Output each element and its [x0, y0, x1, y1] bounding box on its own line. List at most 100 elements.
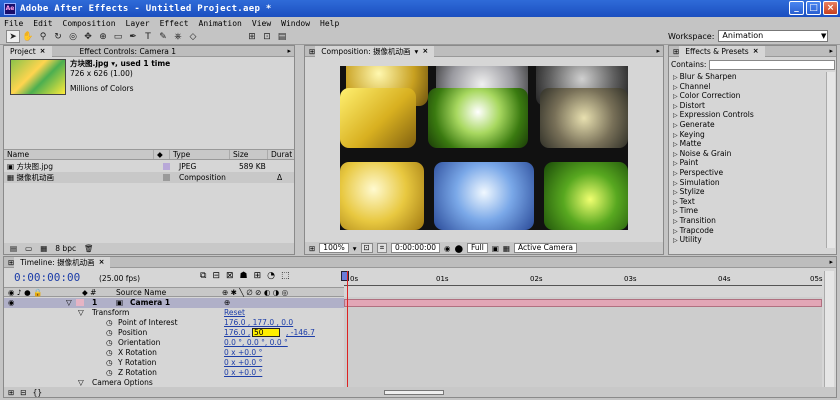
column-name[interactable]: Name: [4, 150, 154, 159]
frame-blending-icon[interactable]: ⊞: [254, 271, 262, 281]
project-item-row[interactable]: ▣ 方块图.jpg JPEG 589 KB: [4, 161, 294, 172]
menu-edit[interactable]: Edit: [33, 19, 52, 28]
position-y-input[interactable]: 50: [252, 328, 280, 338]
orbit-camera-icon[interactable]: ◎: [66, 30, 80, 43]
workspace-dropdown[interactable]: Animation ▼: [718, 30, 829, 42]
comp-mini-flowchart-icon[interactable]: ⧉: [200, 271, 206, 281]
menu-help[interactable]: Help: [320, 19, 339, 28]
expand-triangle-icon[interactable]: ▽: [66, 298, 72, 308]
zoom-dropdown[interactable]: 100%: [319, 243, 349, 253]
property-row[interactable]: ◷ Y Rotation 0 x +0.0 °: [4, 358, 344, 368]
property-value[interactable]: 0.0 °, 0.0 °, 0.0 °: [224, 338, 288, 348]
menu-effect[interactable]: Effect: [160, 19, 189, 28]
column-size[interactable]: Size: [230, 150, 268, 159]
effect-category[interactable]: ▷ Matte: [671, 139, 826, 149]
selection-tool-icon[interactable]: ➤: [6, 30, 20, 43]
transparency-grid-icon[interactable]: ▦: [503, 244, 510, 253]
stopwatch-icon[interactable]: ◷: [106, 338, 113, 348]
column-duration[interactable]: Durat: [268, 150, 292, 159]
time-ruler[interactable]: 0s 01s 02s 03s 04s 05s: [344, 271, 823, 297]
property-row[interactable]: ◷ Position 176.0 , 50 , -146.7: [4, 328, 344, 338]
property-value[interactable]: 0 x +0.0 °: [224, 358, 262, 368]
zoom-tool-icon[interactable]: ⚲: [36, 30, 50, 43]
grip-icon[interactable]: ⊞: [4, 258, 14, 267]
effect-category[interactable]: ▷ Channel: [671, 82, 826, 92]
effects-search-input[interactable]: [709, 59, 835, 70]
view-axis-icon[interactable]: ▤: [275, 30, 289, 43]
interpret-footage-icon[interactable]: ▤: [10, 244, 17, 253]
motion-blur-icon[interactable]: ◔: [267, 271, 275, 281]
stopwatch-icon[interactable]: ◷: [106, 348, 113, 358]
effect-category[interactable]: ▷ Transition: [671, 216, 826, 226]
new-folder-icon[interactable]: ▭: [25, 244, 32, 253]
rotate-tool-icon[interactable]: ↻: [51, 30, 65, 43]
timeline-zoom-slider[interactable]: [384, 390, 444, 395]
clone-stamp-icon[interactable]: ⎈: [171, 30, 185, 43]
toggle-switches-icon[interactable]: ⊞: [8, 388, 14, 397]
tab-effect-controls[interactable]: Effect Controls: Camera 1: [74, 46, 183, 57]
av-switches-icon[interactable]: ◉ ♪ ● 🔒: [8, 288, 42, 297]
label-icon[interactable]: ◆ #: [82, 288, 96, 297]
property-row[interactable]: ◷ Orientation 0.0 °, 0.0 °, 0.0 °: [4, 338, 344, 348]
mask-visibility-icon[interactable]: ⌗: [376, 243, 388, 253]
project-item-row[interactable]: ▦ 摄像机动画 Composition Δ: [4, 172, 294, 183]
property-row[interactable]: ◷ Z Rotation 0 x +0.0 °: [4, 368, 344, 378]
visibility-icon[interactable]: ◉: [8, 298, 15, 308]
eraser-tool-icon[interactable]: ◇: [186, 30, 200, 43]
transform-group-row[interactable]: ▽ Transform Reset: [4, 308, 344, 318]
pan-behind-icon[interactable]: ⊕: [96, 30, 110, 43]
new-composition-icon[interactable]: ▦: [40, 244, 47, 253]
trash-icon[interactable]: 🗑: [84, 244, 94, 253]
current-time-field[interactable]: 0:00:00:00: [391, 243, 441, 253]
tab-composition[interactable]: Composition: 摄像机动画 ▾ ×: [315, 45, 435, 57]
camera-dropdown[interactable]: Active Camera: [514, 243, 578, 253]
draft-3d-icon[interactable]: ⊠: [226, 271, 234, 281]
lock-icon[interactable]: ⊞: [305, 47, 315, 56]
effect-category[interactable]: ▷ Keying: [671, 130, 826, 140]
brush-tool-icon[interactable]: ✎: [156, 30, 170, 43]
chevron-down-icon[interactable]: ▾: [353, 244, 357, 253]
effect-category[interactable]: ▷ Expression Controls: [671, 110, 826, 120]
column-type[interactable]: Type: [170, 150, 230, 159]
menu-composition[interactable]: Composition: [63, 19, 116, 28]
effect-category[interactable]: ▷ Trapcode: [671, 226, 826, 236]
tab-effects-presets[interactable]: Effects & Presets ×: [679, 45, 765, 57]
layer-switch-icon[interactable]: ⊕: [224, 298, 230, 308]
effect-category[interactable]: ▷ Simulation: [671, 178, 826, 188]
toggle-in-out-icon[interactable]: {}: [33, 388, 43, 397]
chevron-down-icon[interactable]: ▾: [415, 46, 419, 57]
effect-category[interactable]: ▷ Text: [671, 197, 826, 207]
effect-category[interactable]: ▷ Blur & Sharpen: [671, 72, 826, 82]
effect-category[interactable]: ▷ Generate: [671, 120, 826, 130]
graph-editor-icon[interactable]: ⬚: [281, 271, 290, 281]
world-axis-icon[interactable]: ⊡: [260, 30, 274, 43]
close-tab-icon[interactable]: ×: [753, 46, 759, 57]
effect-category[interactable]: ▷ Stylize: [671, 187, 826, 197]
property-row[interactable]: ◷ X Rotation 0 x +0.0 °: [4, 348, 344, 358]
panel-menu-icon[interactable]: ▸: [829, 258, 833, 266]
stopwatch-icon[interactable]: ◷: [106, 368, 113, 378]
close-icon[interactable]: ×: [823, 1, 838, 15]
position-y-edit[interactable]: 50: [252, 328, 280, 337]
column-label-icon[interactable]: ◆: [154, 150, 170, 159]
hide-shy-icon[interactable]: ☗: [240, 271, 248, 281]
label-color-swatch[interactable]: [76, 299, 84, 306]
panel-menu-icon[interactable]: ▸: [829, 47, 833, 55]
type-tool-icon[interactable]: T: [141, 30, 155, 43]
track-area[interactable]: [341, 271, 822, 387]
title-safe-icon[interactable]: ⊡: [360, 243, 373, 253]
close-tab-icon[interactable]: ×: [422, 46, 428, 57]
axis-mode-icon[interactable]: ⊞: [245, 30, 259, 43]
effect-category[interactable]: ▷ Perspective: [671, 168, 826, 178]
close-tab-icon[interactable]: ×: [99, 257, 105, 268]
reset-link[interactable]: Reset: [224, 308, 245, 318]
position-x-value[interactable]: 176.0 ,: [224, 328, 250, 338]
effect-category[interactable]: ▷ Time: [671, 206, 826, 216]
property-row[interactable]: ◷ Point of Interest 176.0 , 177.0 , 0.0: [4, 318, 344, 328]
menu-layer[interactable]: Layer: [126, 19, 150, 28]
property-value[interactable]: 176.0 , 177.0 , 0.0: [224, 318, 293, 328]
hand-tool-icon[interactable]: ✋: [21, 30, 35, 43]
tab-timeline[interactable]: Timeline: 摄像机动画 ×: [14, 256, 111, 268]
menu-animation[interactable]: Animation: [199, 19, 242, 28]
layer-duration-bar[interactable]: [344, 299, 822, 307]
